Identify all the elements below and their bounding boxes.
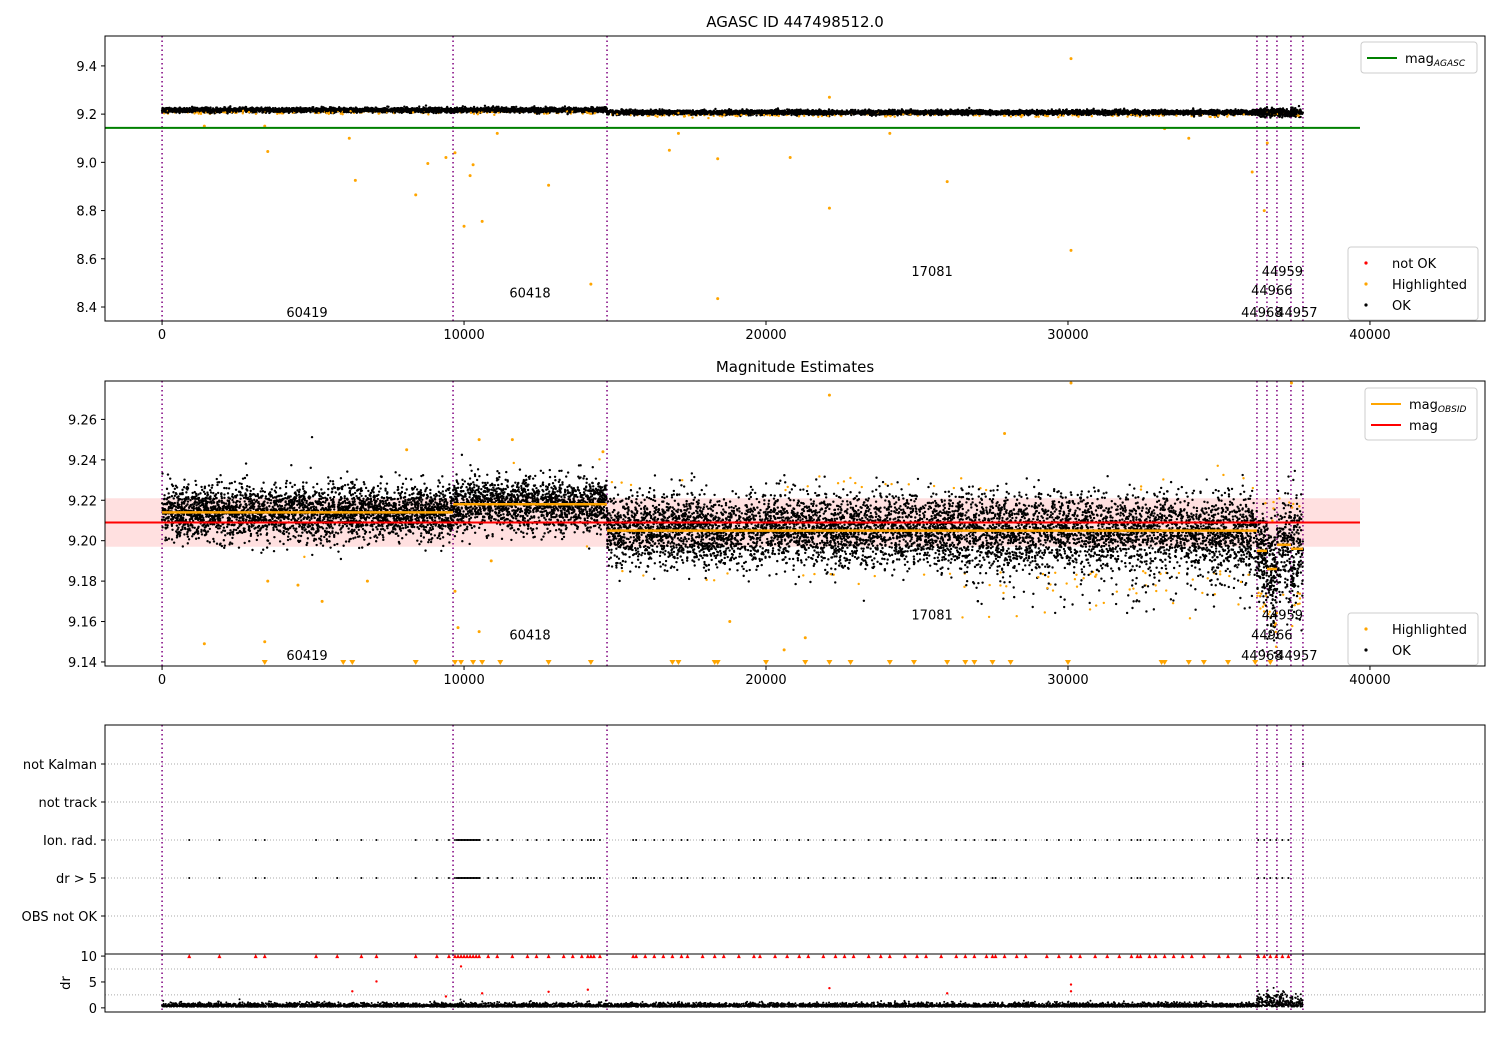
highlighted-point bbox=[707, 117, 709, 119]
highlighted-point bbox=[893, 115, 895, 117]
highlighted-point bbox=[803, 115, 805, 117]
ok-point bbox=[1290, 106, 1292, 108]
highlighted-point bbox=[276, 113, 278, 115]
ok-point bbox=[1298, 105, 1300, 107]
highlighted-point bbox=[817, 116, 819, 118]
figure: AGASC ID 447498512.0 Magnitude Estimates… bbox=[0, 0, 1500, 1050]
ok-point bbox=[492, 105, 494, 107]
highlighted-point bbox=[656, 116, 658, 118]
highlighted-point bbox=[1057, 116, 1059, 118]
ok-point bbox=[755, 114, 757, 116]
ok-point bbox=[403, 105, 405, 107]
panel1-title: AGASC ID 447498512.0 bbox=[706, 13, 884, 31]
ok-point bbox=[1269, 116, 1271, 118]
ok-point bbox=[425, 104, 427, 106]
ok-point bbox=[1273, 114, 1275, 116]
highlighted-point bbox=[691, 116, 693, 118]
panel2-title: Magnitude Estimates bbox=[716, 358, 874, 376]
panel1-plot-area: 60419604181708144959449664496844957 bbox=[105, 36, 1360, 321]
ok-point bbox=[968, 107, 970, 109]
highlighted-point bbox=[1037, 116, 1039, 118]
ok-point bbox=[374, 106, 376, 108]
ok-point bbox=[440, 107, 442, 109]
